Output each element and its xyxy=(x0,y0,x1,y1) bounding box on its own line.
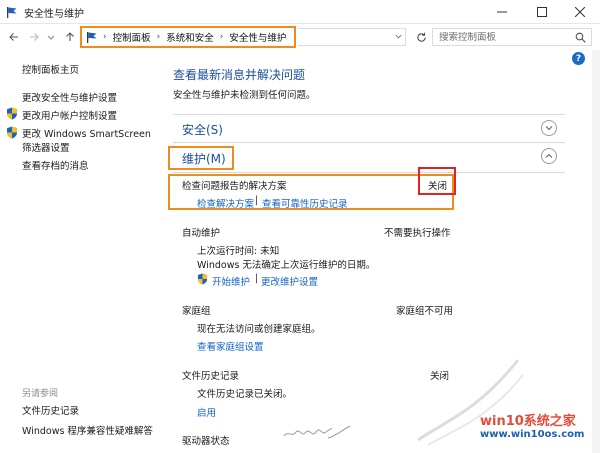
uac-shield-icon xyxy=(7,126,17,139)
search-input[interactable] xyxy=(433,31,563,43)
page-title: 查看最新消息并解决问题 xyxy=(173,68,306,82)
maximize-icon xyxy=(537,7,547,17)
see-also-heading: 另请参阅 xyxy=(22,389,59,399)
sidebar-item-home[interactable]: 控制面板主页 xyxy=(22,62,79,76)
problem-reports-status: 关闭 xyxy=(428,181,448,192)
arrow-left-icon xyxy=(9,33,18,41)
sidebar-item-smartscreen-settings-cont[interactable]: 筛选器设置 xyxy=(22,140,70,154)
navigation-bar: › 控制面板 › 系统和安全 › 安全性与维护 xyxy=(0,24,600,50)
help-icon: ? xyxy=(575,53,582,64)
sidebar-item-compat-troubleshooter[interactable]: Windows 程序兼容性疑难解答 xyxy=(22,423,153,437)
flag-icon xyxy=(87,32,97,43)
search-box[interactable] xyxy=(432,28,592,46)
chevron-down-icon xyxy=(395,34,401,38)
arrow-up-icon xyxy=(66,32,74,41)
address-dropdown-button[interactable] xyxy=(392,29,404,43)
drive-status-label: 驱动器状态 xyxy=(182,436,230,447)
maximize-button[interactable] xyxy=(522,0,562,24)
breadcrumb-control-panel[interactable]: 控制面板 xyxy=(113,30,151,44)
up-button[interactable] xyxy=(62,29,78,45)
section-divider xyxy=(173,114,565,115)
breadcrumb-separator: › xyxy=(219,32,224,42)
breadcrumb-separator: › xyxy=(156,32,161,42)
check-solutions-link[interactable]: 检查解决方案 xyxy=(197,196,254,210)
auto-maintenance-note: Windows 无法确定上次运行维护的日期。 xyxy=(197,260,376,271)
sidebar-item-archived-messages[interactable]: 查看存档的消息 xyxy=(22,158,89,172)
view-homegroup-settings-link[interactable]: 查看家庭组设置 xyxy=(197,339,264,353)
chevron-up-icon xyxy=(545,153,553,158)
breadcrumb-security-maintenance[interactable]: 安全性与维护 xyxy=(229,30,286,44)
homegroup-status: 家庭组不可用 xyxy=(396,306,454,317)
main-content: ? 查看最新消息并解决问题 安全性与维护未检测到任何问题。 安全(S) 维护(M… xyxy=(160,50,600,453)
window-title: 安全性与维护 xyxy=(24,9,84,20)
reliability-history-link[interactable]: 查看可靠性历史记录 xyxy=(262,196,348,210)
flag-icon xyxy=(7,7,17,18)
sidebar-item-smartscreen-settings[interactable]: 更改 Windows SmartScreen xyxy=(22,126,151,140)
expand-security-button[interactable] xyxy=(541,120,557,136)
close-button[interactable] xyxy=(560,0,600,24)
problem-reports-label: 检查问题报告的解决方案 xyxy=(182,181,287,192)
close-icon xyxy=(575,7,585,17)
homegroup-note: 现在无法访问或创建家庭组。 xyxy=(197,324,321,335)
file-history-label: 文件历史记录 xyxy=(182,371,240,382)
auto-maintenance-label: 自动维护 xyxy=(182,228,221,239)
refresh-button[interactable] xyxy=(412,28,430,46)
auto-maintenance-status: 不需要执行操作 xyxy=(384,228,451,239)
collapse-maintenance-button[interactable] xyxy=(541,148,557,164)
sidebar-item-file-history[interactable]: 文件历史记录 xyxy=(22,403,79,417)
arrow-right-icon xyxy=(30,33,39,41)
minimize-icon xyxy=(497,11,507,13)
back-button[interactable] xyxy=(6,29,22,45)
sidebar: 控制面板主页 更改安全性与维护设置 更改用户帐户控制设置 更改 Windows … xyxy=(0,50,160,453)
security-section-header[interactable]: 安全(S) xyxy=(182,121,223,138)
vertical-scrollbar[interactable] xyxy=(592,50,600,453)
minimize-button[interactable] xyxy=(482,0,522,24)
title-bar: 安全性与维护 xyxy=(0,0,600,24)
signature-scribble xyxy=(283,425,351,439)
change-maintenance-settings-link[interactable]: 更改维护设置 xyxy=(261,274,318,288)
chevron-down-icon xyxy=(47,35,55,40)
refresh-icon xyxy=(416,32,426,42)
enable-file-history-link[interactable]: 启用 xyxy=(197,405,216,419)
address-bar-empty-area[interactable] xyxy=(298,28,406,46)
recent-locations-button[interactable] xyxy=(46,29,56,45)
sidebar-item-change-uac-settings[interactable]: 更改用户帐户控制设置 xyxy=(22,108,117,122)
maintenance-section-header[interactable]: 维护(M) xyxy=(182,150,226,167)
start-maintenance-link[interactable]: 开始维护 xyxy=(212,274,250,288)
breadcrumb-system-security[interactable]: 系统和安全 xyxy=(166,30,214,44)
forward-button[interactable] xyxy=(26,29,42,45)
breadcrumb-separator: › xyxy=(103,32,107,42)
watermark-url: www.win10os.com xyxy=(480,429,585,440)
auto-maintenance-last-run: 上次运行时间: 未知 xyxy=(197,246,280,257)
homegroup-label: 家庭组 xyxy=(182,306,211,317)
file-history-note: 文件历史记录已关闭。 xyxy=(197,389,293,400)
link-separator: | xyxy=(255,273,259,284)
section-divider xyxy=(173,142,565,143)
watermark-brand: win10系统之家 xyxy=(480,414,576,429)
help-button[interactable]: ? xyxy=(572,52,585,65)
page-subtitle: 安全性与维护未检测到任何问题。 xyxy=(173,90,316,101)
search-icon[interactable] xyxy=(575,32,586,43)
section-divider xyxy=(173,172,565,173)
address-bar[interactable]: › 控制面板 › 系统和安全 › 安全性与维护 xyxy=(80,26,296,48)
chevron-down-icon xyxy=(545,126,553,131)
link-separator: | xyxy=(255,195,259,206)
uac-shield-icon xyxy=(7,107,17,120)
sidebar-item-change-security-settings[interactable]: 更改安全性与维护设置 xyxy=(22,90,117,104)
uac-shield-icon xyxy=(197,273,208,285)
